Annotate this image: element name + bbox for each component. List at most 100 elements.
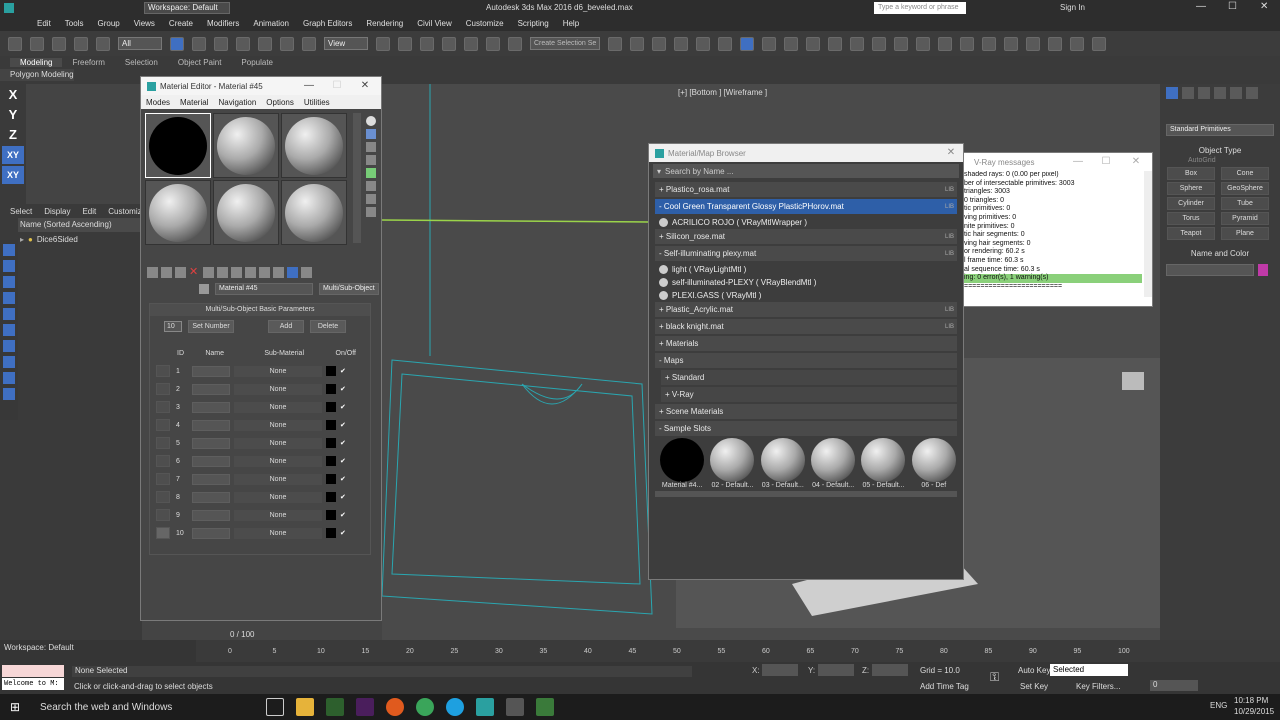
material-name-field[interactable]: Material #45 [215,283,313,295]
menu-material[interactable]: Material [175,98,213,107]
close-icon[interactable]: ✕ [943,144,959,162]
browser-group[interactable]: - Sample Slots [655,421,957,436]
3dsmax-icon[interactable] [476,698,494,716]
menu-rendering[interactable]: Rendering [359,19,410,28]
col-id[interactable]: ID [150,350,184,357]
slots-scrollbar[interactable] [353,113,361,243]
primitives-dropdown[interactable]: Standard Primitives [1166,124,1274,136]
reset-map-icon[interactable]: ✕ [189,266,200,278]
row-sub-material-button[interactable]: None [234,437,322,449]
display-bones-icon[interactable] [3,372,15,384]
render-iterative-icon[interactable] [828,36,842,51]
menu-scripting[interactable]: Scripting [511,19,556,28]
menu-civil-view[interactable]: Civil View [410,19,459,28]
move-icon[interactable] [258,36,272,51]
display-geometry-icon[interactable] [3,244,15,256]
vray-light-2-icon[interactable] [1048,36,1062,51]
scene-menu-select[interactable]: Select [10,207,32,216]
browser-group[interactable]: + Plastic_Acrylic.mat LIB [655,302,957,317]
scene-menu-display[interactable]: Display [44,207,70,216]
browser-item[interactable]: light ( VRayLightMtl ) [659,263,957,276]
browser-sample-slot[interactable]: 03 - Default... [760,438,806,489]
col-name[interactable]: Name [184,350,224,357]
ref-coord-dropdown[interactable]: View [324,37,368,50]
browser-item[interactable]: ACRILICO ROJO ( VRayMtlWrapper ) [659,216,957,229]
sample-type-icon[interactable] [366,116,376,126]
maximize-icon[interactable]: ☐ [329,77,345,95]
key-mode-dropdown[interactable]: Selected [1050,664,1128,676]
row-enabled-checkbox[interactable]: ✔ [340,511,346,519]
undo-icon[interactable] [8,36,22,51]
video-color-check-icon[interactable] [366,168,376,178]
vray-frame-buffer-icon[interactable] [872,36,886,51]
row-color-swatch[interactable] [156,455,170,467]
material-type-button[interactable]: Multi/Sub-Object [319,283,379,295]
col-onoff[interactable]: On/Off [304,350,357,357]
tab-object-paint[interactable]: Object Paint [168,58,232,67]
display-groups-icon[interactable] [3,340,15,352]
render-setup-icon[interactable] [762,36,776,51]
rotate-icon[interactable] [280,36,294,51]
row-color-swatch[interactable] [156,527,170,539]
menu-options[interactable]: Options [261,98,299,107]
maximize-icon[interactable]: ☐ [1098,153,1114,171]
display-spacewarps-icon[interactable] [3,324,15,336]
tab-populate[interactable]: Populate [231,58,283,67]
vray-tools-icon[interactable] [850,36,864,51]
row-name-input[interactable] [192,455,230,467]
backlight-icon[interactable] [366,129,376,139]
photo-icon[interactable] [536,698,554,716]
browser-sample-slot[interactable]: 04 - Default... [810,438,856,489]
browser-group[interactable]: + V-Ray [661,387,957,402]
time-slider[interactable]: 0 / 100 Workspace: Default 0 5 10 15 20 25 30 3… [0,630,1280,662]
keyboard-shortcut-icon[interactable] [420,36,434,51]
row-color-swatch[interactable] [156,383,170,395]
row-enabled-checkbox[interactable]: ✔ [340,529,346,537]
row-sub-material-button[interactable]: None [234,455,322,467]
close-icon[interactable]: ✕ [1260,1,1268,12]
browser-search-input[interactable]: Search by Name ... [665,167,733,176]
tube-button[interactable]: Tube [1221,197,1269,210]
row-sub-material-button[interactable]: None [234,419,322,431]
col-sub-material[interactable]: Sub-Material [224,350,304,357]
browser-sample-slot[interactable]: Material #4... [659,438,705,489]
browser-group[interactable]: + Materials [655,336,957,351]
row-sub-material-button[interactable]: None [234,473,322,485]
row-name-input[interactable] [192,383,230,395]
row-color-picker[interactable] [326,510,336,520]
row-sub-material-button[interactable]: None [234,491,322,503]
torus-button[interactable]: Torus [1167,212,1215,225]
row-name-input[interactable] [192,473,230,485]
bind-spacewarp-icon[interactable] [96,36,110,51]
menu-help[interactable]: Help [556,19,586,28]
app-icon[interactable] [326,698,344,716]
row-color-swatch[interactable] [156,401,170,413]
scene-item-dice[interactable]: Dice6Sided [37,235,78,244]
browser-group[interactable]: + Scene Materials [655,404,957,419]
sample-slot-1[interactable] [145,113,211,178]
display-shapes-icon[interactable] [3,260,15,272]
make-preview-icon[interactable] [366,181,376,191]
workspace-selector[interactable]: Workspace: Default [0,640,196,662]
cylinder-button[interactable]: Cylinder [1167,197,1215,210]
premiere-icon[interactable] [356,698,374,716]
row-enabled-checkbox[interactable]: ✔ [340,493,346,501]
coord-z-input[interactable] [872,664,908,676]
mirror-icon[interactable] [608,36,622,51]
put-to-scene-icon[interactable] [161,266,172,278]
row-sub-material-button[interactable]: None [234,509,322,521]
row-sub-material-button[interactable]: None [234,401,322,413]
workspace-dropdown[interactable]: Workspace: Default [144,2,230,14]
minimize-icon[interactable]: — [301,77,317,95]
material-editor-icon[interactable] [740,36,754,51]
row-name-input[interactable] [192,527,230,539]
menu-modes[interactable]: Modes [141,98,175,107]
row-color-swatch[interactable] [156,491,170,503]
window-crossing-icon[interactable] [236,36,250,51]
utilities-tab-icon[interactable] [1246,87,1258,99]
object-type-rollout[interactable]: Object Type [1166,146,1274,155]
redo-icon[interactable] [30,36,44,51]
axis-x-button[interactable]: X [2,86,24,104]
add-button[interactable]: Add [268,319,304,333]
browser-group[interactable]: - Self-illuminating plexy.mat LIB [655,246,957,261]
